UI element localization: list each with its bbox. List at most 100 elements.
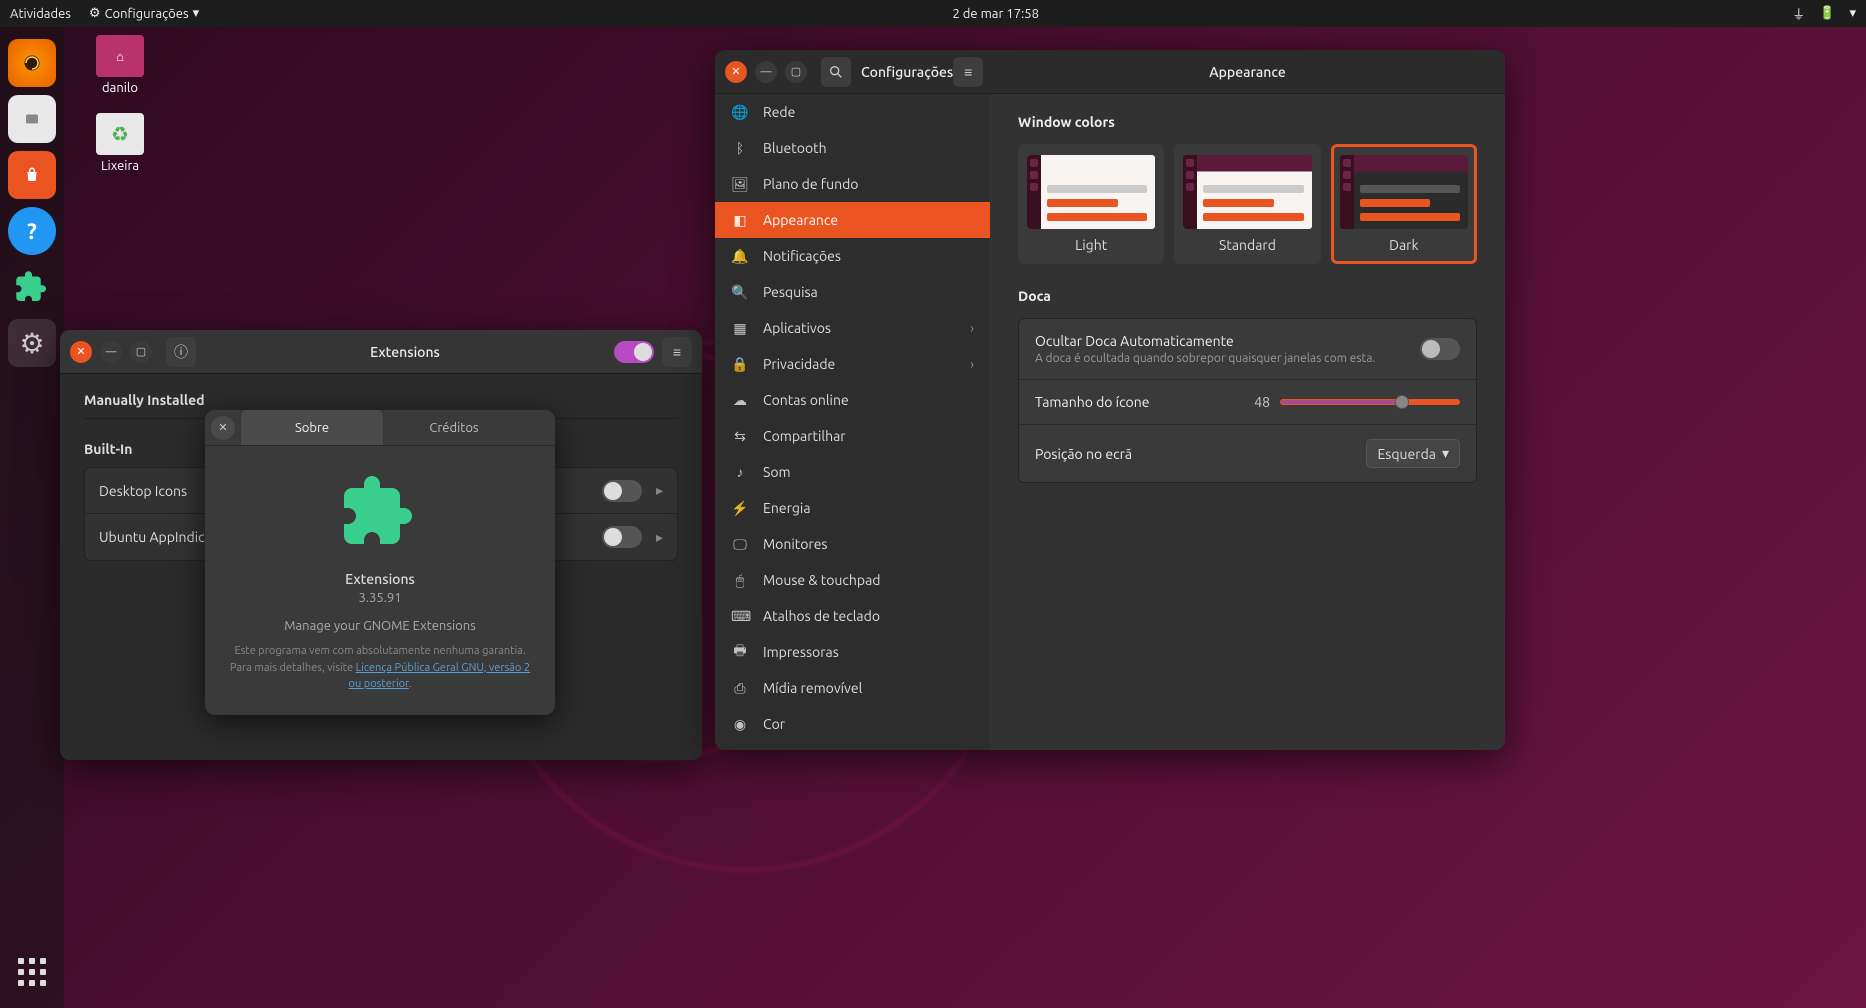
settings-nav: 🌐Rede ᛒBluetooth 🖼Plano de fundo ◧Appear…: [715, 94, 990, 750]
hamburger-button[interactable]: ≡: [662, 337, 692, 367]
network-icon[interactable]: ⏚: [1792, 4, 1805, 23]
dock-files[interactable]: [8, 95, 56, 143]
nav-contas-online[interactable]: ☁Contas online: [715, 382, 990, 418]
top-bar: Atividades ⚙ Configurações ▾ 2 de mar 17…: [0, 0, 1866, 27]
dock-settings[interactable]: ⚙: [8, 319, 56, 367]
nav-label: Notificações: [763, 248, 841, 264]
nav-appearance[interactable]: ◧Appearance: [715, 202, 990, 238]
license-link[interactable]: Licença Pública Geral GNU, versão 2 ou p…: [349, 662, 531, 691]
recycle-icon: ♻: [111, 122, 129, 146]
info-button[interactable]: ⓘ: [166, 337, 196, 367]
lock-icon: 🔒: [731, 356, 749, 373]
nav-notificacoes[interactable]: 🔔Notificações: [715, 238, 990, 274]
dock: ? ⚙: [0, 27, 64, 1008]
nav-label: Plano de fundo: [763, 176, 858, 192]
search-icon: 🔍: [731, 284, 749, 301]
chevron-right-icon[interactable]: ▸: [656, 482, 663, 499]
minimize-button[interactable]: —: [100, 341, 122, 363]
theme-light[interactable]: Light: [1018, 144, 1164, 264]
dock-help[interactable]: ?: [8, 207, 56, 255]
nav-label: Aplicativos: [763, 320, 831, 336]
extension-toggle[interactable]: [602, 526, 642, 548]
folder-icon: [23, 110, 41, 128]
nav-impressoras[interactable]: 🖶Impressoras: [715, 634, 990, 670]
tab-about[interactable]: Sobre: [241, 410, 383, 445]
nav-compartilhar[interactable]: ⇆Compartilhar: [715, 418, 990, 454]
position-label: Posição no ecrã: [1035, 446, 1132, 462]
doca-header: Doca: [1018, 288, 1477, 304]
nav-rede[interactable]: 🌐Rede: [715, 94, 990, 130]
nav-pesquisa[interactable]: 🔍Pesquisa: [715, 274, 990, 310]
app-menu[interactable]: ⚙ Configurações ▾: [89, 6, 199, 21]
nav-label: Cor: [763, 716, 785, 732]
extensions-master-toggle[interactable]: [614, 341, 654, 363]
nav-label: Impressoras: [763, 644, 839, 660]
theme-dark[interactable]: Dark: [1331, 144, 1477, 264]
autohide-toggle[interactable]: [1420, 338, 1460, 360]
nav-label: Atalhos de teclado: [763, 608, 880, 624]
about-version: 3.35.91: [225, 591, 535, 605]
nav-label: Privacidade: [763, 356, 835, 372]
about-close-button[interactable]: ✕: [211, 416, 235, 440]
dock-extensions[interactable]: [8, 263, 56, 311]
settings-right-titlebar: Appearance: [990, 50, 1505, 94]
nav-aplicativos[interactable]: ▦ Aplicativos ›: [715, 310, 990, 346]
chevron-down-icon: ▾: [1442, 445, 1449, 462]
extensions-titlebar: ✕ — ▢ ⓘ Extensions ≡: [60, 330, 702, 374]
extension-toggle[interactable]: [602, 480, 642, 502]
clock[interactable]: 2 de mar 17:58: [953, 7, 1039, 21]
dock-software[interactable]: [8, 151, 56, 199]
nav-energia[interactable]: ⚡Energia: [715, 490, 990, 526]
bag-icon: [23, 166, 41, 184]
nav-bluetooth[interactable]: ᛒBluetooth: [715, 130, 990, 166]
nav-mouse-touchpad[interactable]: 🖱Mouse & touchpad: [715, 562, 990, 598]
icon-size-value: 48: [1254, 394, 1270, 410]
theme-standard[interactable]: Standard: [1174, 144, 1320, 264]
battery-icon[interactable]: 🔋: [1819, 6, 1835, 21]
minimize-button[interactable]: —: [755, 61, 777, 83]
apps-grid-icon: [18, 958, 46, 986]
hamburger-button[interactable]: ≡: [953, 57, 983, 87]
chevron-down-icon[interactable]: ▾: [1849, 6, 1856, 21]
nav-monitores[interactable]: 🖵Monitores: [715, 526, 990, 562]
chevron-right-icon: ›: [970, 356, 974, 372]
close-button[interactable]: ✕: [725, 61, 747, 83]
desktop-trash-label: Lixeira: [80, 159, 160, 173]
search-icon: [828, 64, 844, 80]
nav-label: Monitores: [763, 536, 828, 552]
search-button[interactable]: [821, 57, 851, 87]
close-button[interactable]: ✕: [70, 341, 92, 363]
nav-plano-de-fundo[interactable]: 🖼Plano de fundo: [715, 166, 990, 202]
apps-icon: ▦: [731, 320, 749, 337]
icon-size-slider[interactable]: [1280, 399, 1460, 405]
manually-installed-header: Manually Installed: [84, 392, 678, 408]
nav-som[interactable]: ♪Som: [715, 454, 990, 490]
activities-button[interactable]: Atividades: [10, 7, 71, 21]
puzzle-icon: [332, 464, 428, 560]
dock-apps-button[interactable]: [8, 948, 56, 996]
maximize-button[interactable]: ▢: [785, 61, 807, 83]
chevron-right-icon: ›: [970, 320, 974, 336]
desktop-home-folder[interactable]: ⌂ danilo: [80, 35, 160, 95]
nav-label: Bluetooth: [763, 140, 827, 156]
desktop-trash[interactable]: ♻ Lixeira: [80, 113, 160, 173]
window-colors-header: Window colors: [1018, 114, 1477, 130]
keyboard-icon: ⌨: [731, 608, 749, 625]
color-icon: ◉: [731, 716, 749, 733]
cloud-icon: ☁: [731, 392, 749, 409]
tab-credits[interactable]: Créditos: [383, 410, 525, 445]
nav-label: Compartilhar: [763, 428, 846, 444]
position-dropdown[interactable]: Esquerda ▾: [1366, 439, 1460, 468]
nav-privacidade[interactable]: 🔒 Privacidade ›: [715, 346, 990, 382]
nav-atalhos[interactable]: ⌨ Atalhos de teclado: [715, 598, 990, 634]
dock-firefox[interactable]: [8, 39, 56, 87]
extensions-title: Extensions: [196, 344, 614, 360]
chevron-right-icon[interactable]: ▸: [656, 529, 663, 546]
nav-midia-removivel[interactable]: ⎙Mídia removível: [715, 670, 990, 706]
settings-left-title: Configurações: [851, 64, 953, 80]
maximize-button[interactable]: ▢: [130, 341, 152, 363]
chevron-down-icon: ▾: [193, 6, 200, 21]
about-description: Manage your GNOME Extensions: [225, 619, 535, 633]
nav-cor[interactable]: ◉ Cor: [715, 706, 990, 742]
about-details-prefix: Para mais detalhes, visite: [230, 662, 356, 674]
